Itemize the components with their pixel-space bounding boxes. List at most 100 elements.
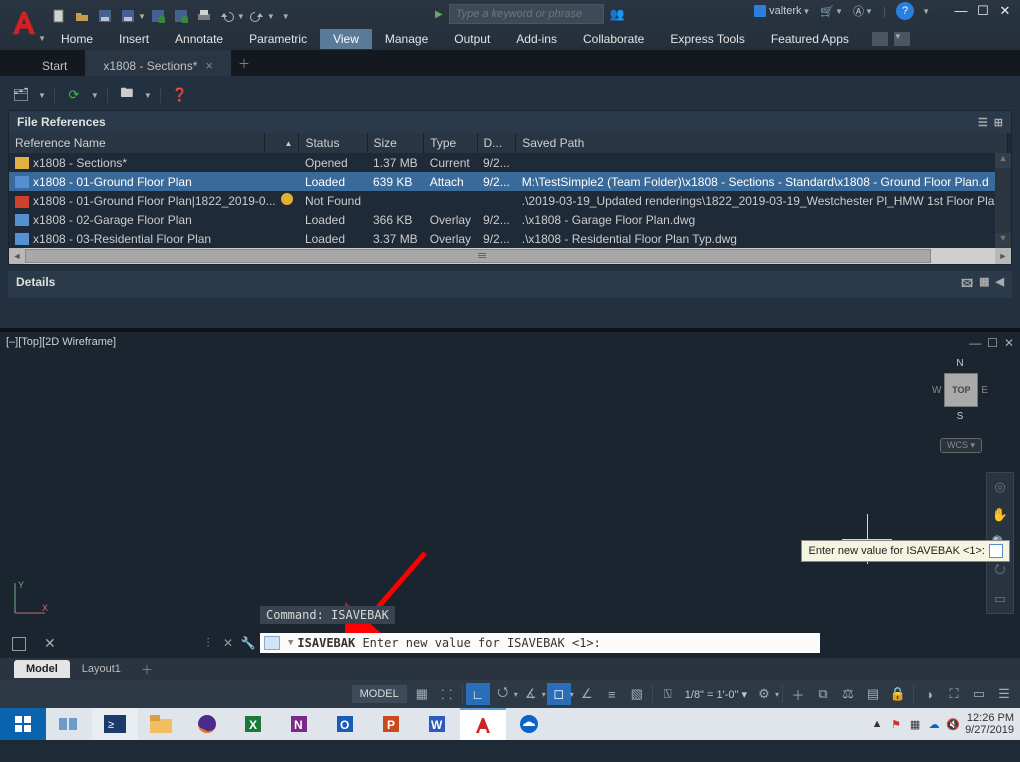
taskview-icon[interactable] (46, 708, 92, 740)
drawing-viewport[interactable]: [–][Top][2D Wireframe] — ☐ ✕ N WTOPE S W… (0, 328, 1020, 658)
saveas-icon[interactable] (117, 5, 139, 27)
user-menu[interactable]: valterk▼ (754, 5, 810, 17)
tab-collaborate[interactable]: Collaborate (570, 29, 657, 49)
onenote-icon[interactable]: N (276, 708, 322, 740)
lock-ui-icon[interactable]: 🔒 (886, 683, 910, 705)
cleanscreen-icon[interactable]: ▭ (967, 683, 991, 705)
redo-icon[interactable] (246, 5, 268, 27)
ortho-icon[interactable]: ∟ (466, 683, 490, 705)
table-row[interactable]: x1808 - 01-Ground Floor Plan|1822_2019-0… (9, 191, 1007, 210)
tab-manage[interactable]: Manage (372, 29, 441, 49)
layout-model[interactable]: Model (14, 660, 70, 678)
cmd-recent-icon[interactable]: ⫶ (200, 635, 216, 651)
help-panel-icon[interactable]: ❓ (169, 85, 191, 105)
app-logo[interactable]: ▼ (4, 3, 44, 43)
cmd-close-icon[interactable]: ✕ (220, 635, 236, 651)
tab-home[interactable]: Home (48, 29, 106, 49)
tab-annotate[interactable]: Annotate (162, 29, 236, 49)
table-row[interactable]: x1808 - 03-Residential Floor PlanLoaded3… (9, 229, 1007, 248)
powershell-icon[interactable]: ≥ (92, 708, 138, 740)
table-row[interactable]: x1808 - 01-Ground Floor PlanLoaded639 KB… (9, 172, 1007, 191)
view-cube[interactable]: N WTOPE S (932, 358, 988, 422)
vp-minimize-icon[interactable]: — (969, 336, 981, 350)
table-row[interactable]: x1808 - Sections*Opened1.37 MBCurrent9/2… (9, 153, 1007, 172)
status-model[interactable]: MODEL (352, 685, 407, 703)
custom-icon[interactable]: ☰ (992, 683, 1016, 705)
tab-featured[interactable]: Featured Apps (758, 29, 862, 49)
autocad-task-icon[interactable] (460, 708, 506, 740)
doctab-add[interactable]: ＋ (231, 50, 257, 76)
nav-wheel-icon[interactable]: ◎ (987, 473, 1013, 501)
annotation-scale[interactable]: 1/8" = 1'-0" ▾ (681, 688, 751, 701)
cmd-customize-icon[interactable]: 🔧 (240, 635, 256, 651)
vertical-scrollbar[interactable]: ▲▼ (995, 153, 1011, 248)
nav-showmotion-icon[interactable]: ▭ (987, 585, 1013, 613)
annoscale-icon[interactable]: ⍂ (656, 683, 680, 705)
transparency-icon[interactable]: ▧ (625, 683, 649, 705)
tab-express[interactable]: Express Tools (657, 29, 757, 49)
hardware-icon[interactable]: ⛶ (942, 683, 966, 705)
grid-icon[interactable]: ▦ (410, 683, 434, 705)
path-icon[interactable]: 🖿 (116, 85, 138, 105)
undo-icon[interactable] (216, 5, 238, 27)
isodraft-icon[interactable]: ∡ (519, 683, 543, 705)
tab-insert[interactable]: Insert (106, 29, 162, 49)
ribbon-min-icon[interactable]: ▼ (894, 32, 910, 46)
search-icon[interactable]: 👥 (610, 7, 625, 21)
layout-close-icon[interactable]: ✕ (44, 635, 56, 652)
web-save-icon[interactable] (147, 5, 169, 27)
layout-1[interactable]: Layout1 (70, 660, 133, 678)
details-collapse-icon[interactable]: ◀ (996, 275, 1004, 294)
dynamic-input-field[interactable] (989, 544, 1003, 558)
layout-box-icon[interactable] (12, 637, 26, 651)
vp-maximize-icon[interactable]: ☐ (987, 336, 998, 350)
refresh-icon[interactable]: ⟳ (63, 85, 85, 105)
otrack-icon[interactable]: ∠ (575, 683, 599, 705)
details-list-icon[interactable]: ▦ (979, 275, 989, 294)
qat-customize-icon[interactable]: ▼ (282, 12, 290, 21)
tab-parametric[interactable]: Parametric (236, 29, 320, 49)
viewport-label[interactable]: [–][Top][2D Wireframe] (6, 336, 116, 348)
nav-pan-icon[interactable]: ✋ (987, 501, 1013, 529)
doctab-active[interactable]: x1808 - Sections*× (85, 50, 231, 76)
polar-icon[interactable]: ⭯ (491, 683, 515, 705)
quickprops-icon[interactable]: ▤ (861, 683, 885, 705)
doctab-close-icon[interactable]: × (205, 58, 213, 73)
lineweight-icon[interactable]: ≡ (600, 683, 624, 705)
open-icon[interactable] (71, 5, 93, 27)
horizontal-scrollbar[interactable]: ◄► (9, 248, 1011, 264)
details-header[interactable]: Details 🖾▦◀ (8, 271, 1012, 298)
tray-shield-icon[interactable]: ⚑ (889, 717, 903, 731)
tray-cloud-icon[interactable]: ☁ (927, 717, 941, 731)
layout-add[interactable]: ＋ (133, 658, 161, 681)
explorer-icon[interactable] (138, 708, 184, 740)
tray-up-icon[interactable]: ▲ (870, 717, 884, 731)
excel-icon[interactable]: X (230, 708, 276, 740)
ws-add-icon[interactable]: ＋ (786, 683, 810, 705)
tab-addins[interactable]: Add-ins (503, 29, 570, 49)
details-thumb-icon[interactable]: 🖾 (961, 275, 973, 294)
attach-icon[interactable]: 🗂 (10, 85, 32, 105)
new-icon[interactable] (48, 5, 70, 27)
osnap-icon[interactable]: ◻ (547, 683, 571, 705)
web-open-icon[interactable] (170, 5, 192, 27)
plot-icon[interactable] (193, 5, 215, 27)
cart-icon[interactable]: 🛒▼ (820, 5, 843, 18)
gear-icon[interactable]: ⚙ (752, 683, 776, 705)
isolate-icon[interactable]: ◑ (917, 683, 941, 705)
ribbon-extra-icon[interactable] (872, 32, 888, 46)
vp-close-icon[interactable]: ✕ (1004, 336, 1014, 350)
firefox-icon[interactable] (184, 708, 230, 740)
tree-view-icon[interactable]: ⊞ (994, 116, 1003, 129)
maximize-icon[interactable]: ☐ (974, 3, 992, 19)
start-button[interactable] (0, 708, 46, 740)
close-icon[interactable]: ✕ (996, 3, 1014, 19)
wcs-label[interactable]: WCS ▾ (940, 438, 982, 453)
powerpoint-icon[interactable]: P (368, 708, 414, 740)
table-row[interactable]: x1808 - 02-Garage Floor PlanLoaded366 KB… (9, 210, 1007, 229)
command-input[interactable]: ▼ ISAVEBAK Enter new value for ISAVEBAK … (260, 633, 820, 653)
tray-app-icon[interactable]: ▦ (908, 717, 922, 731)
onedrive-icon[interactable] (506, 708, 552, 740)
list-view-icon[interactable]: ☰ (978, 116, 988, 129)
tray-volume-icon[interactable]: 🔇 (946, 717, 960, 731)
